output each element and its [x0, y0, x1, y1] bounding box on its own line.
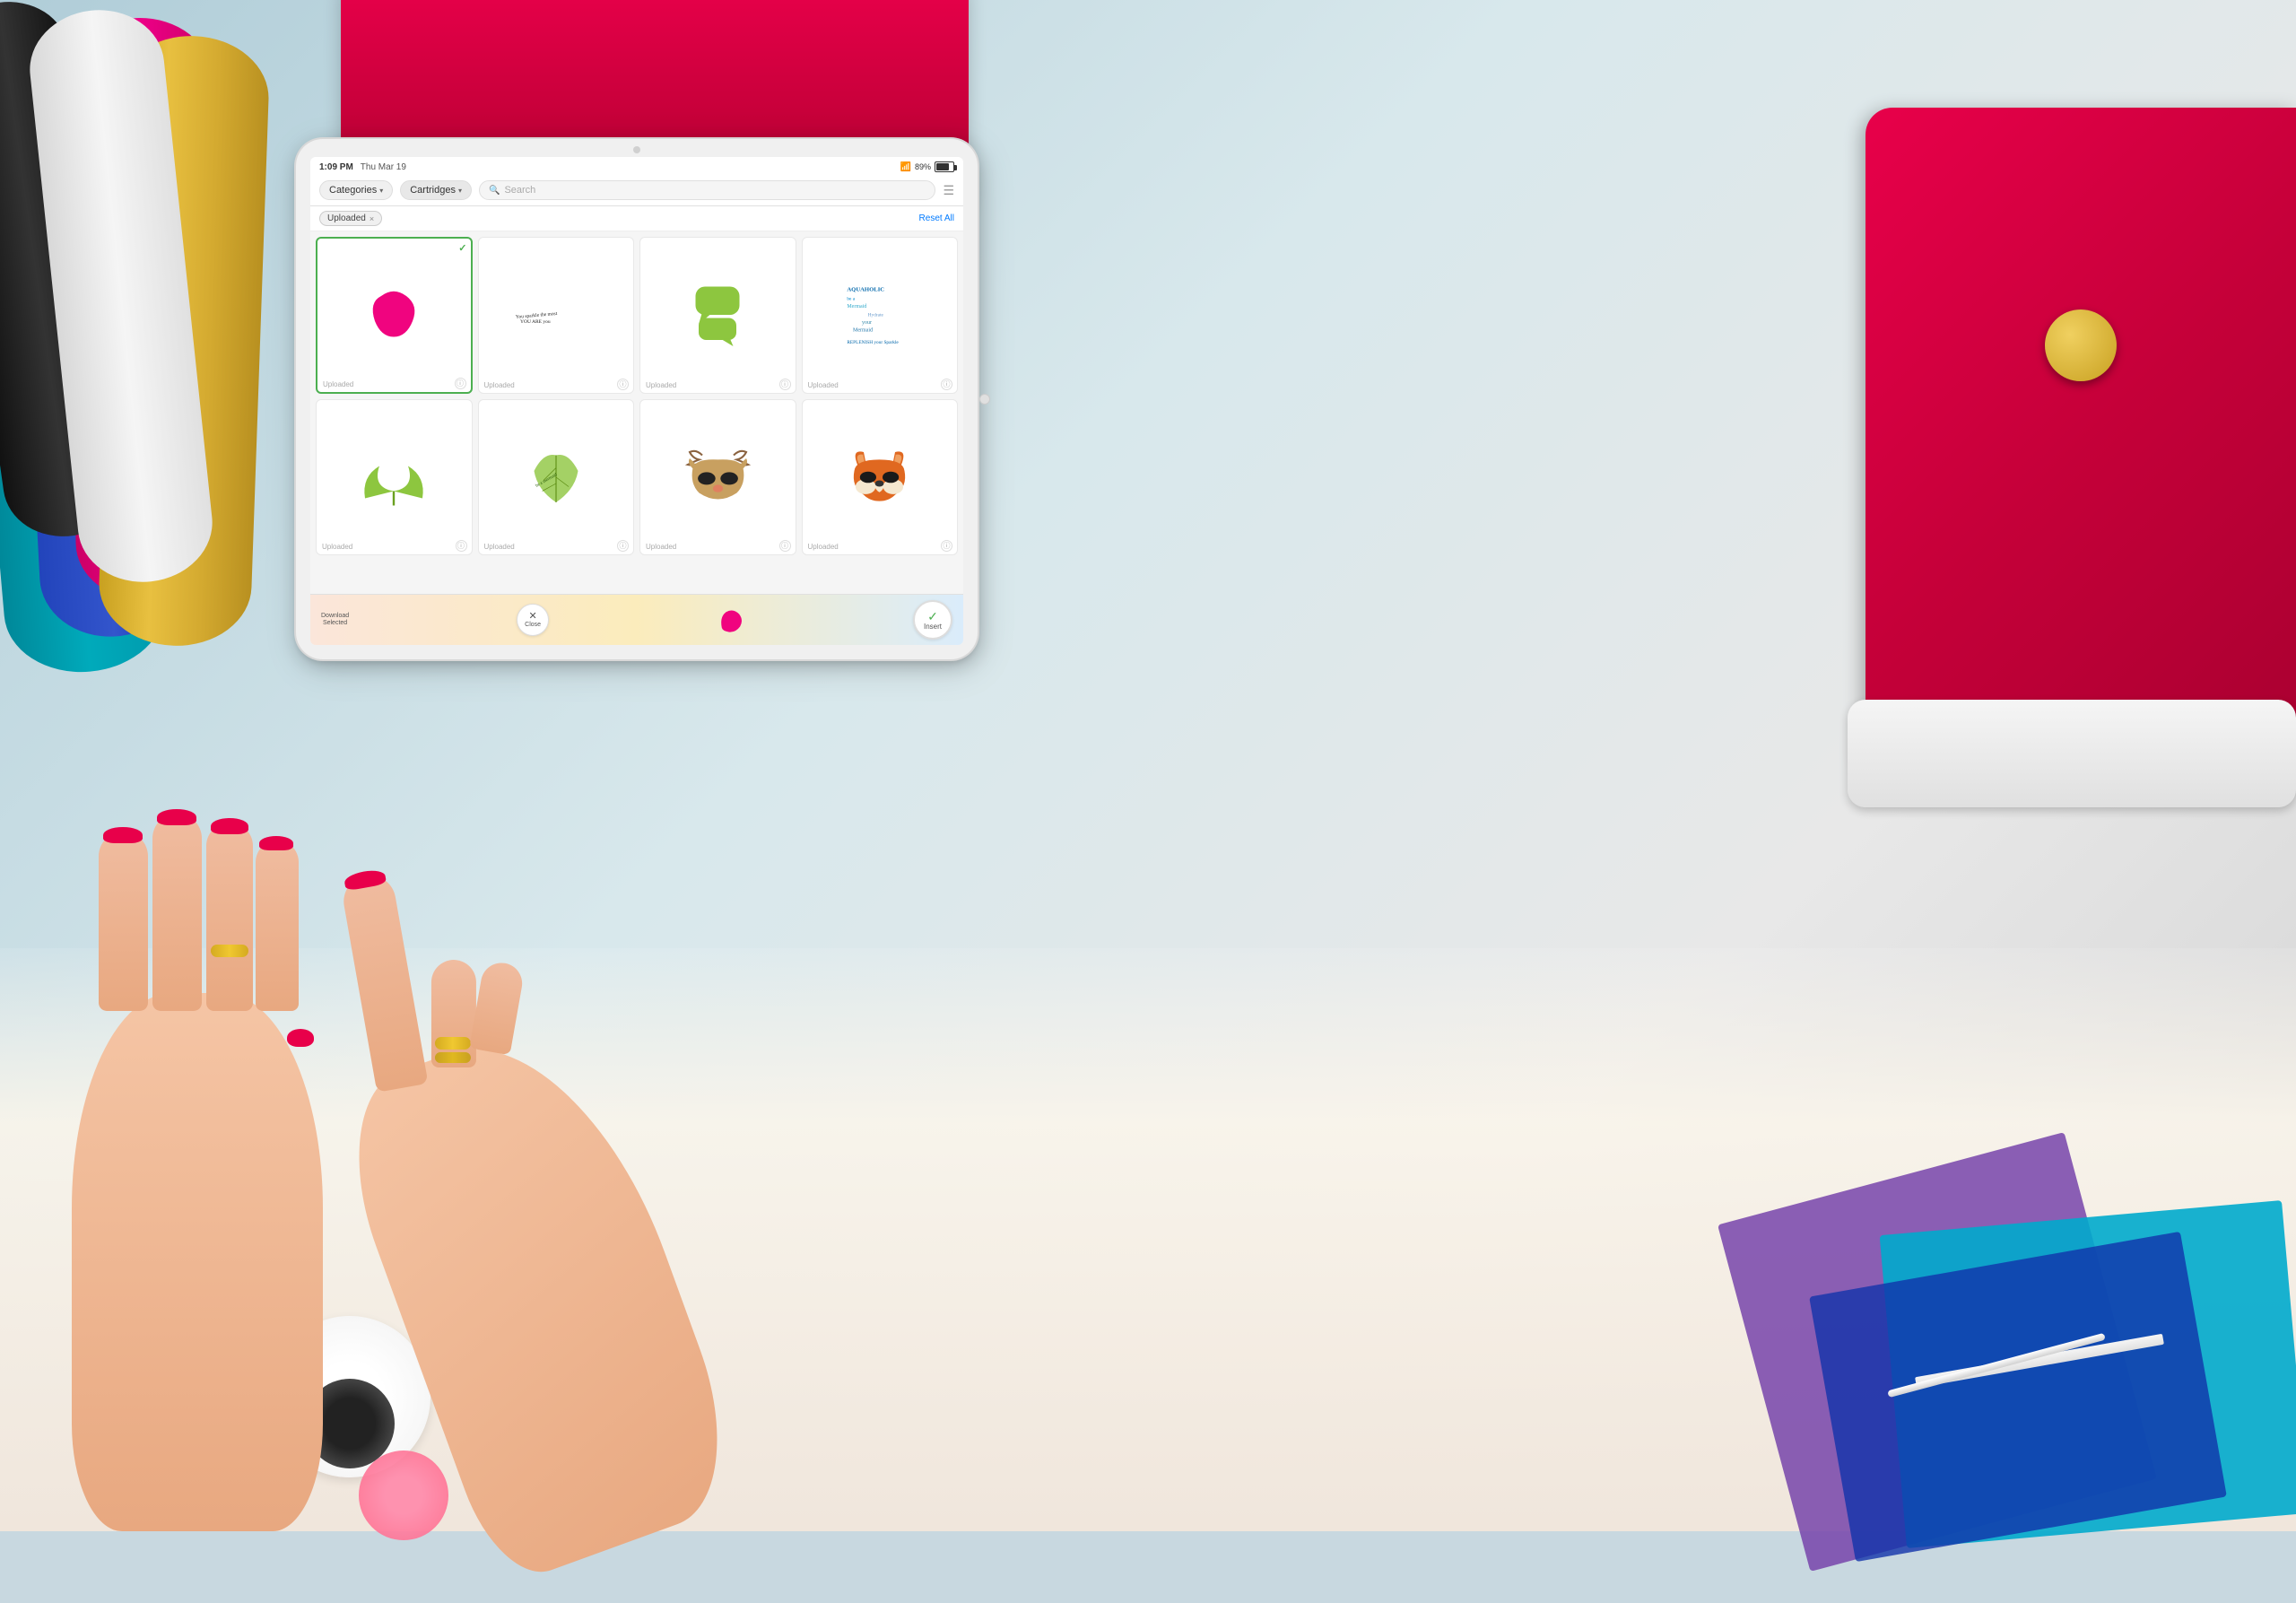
- cartridges-button[interactable]: Cartridges ▾: [400, 180, 472, 200]
- cell-image-5: [344, 427, 444, 527]
- status-time: 1:09 PM: [319, 162, 353, 172]
- status-right: 📶 89%: [900, 161, 954, 172]
- categories-arrow: ▾: [379, 187, 383, 195]
- search-placeholder: Search: [504, 185, 535, 196]
- cell-label-2: Uploaded: [484, 381, 515, 389]
- download-label: Download Selected: [321, 613, 349, 628]
- battery-level: 89%: [915, 162, 931, 171]
- colored-papers: [1399, 1038, 2296, 1531]
- preview-pink-shape: [717, 607, 745, 632]
- svg-text:your: your: [862, 320, 872, 326]
- insert-button[interactable]: ✓ Insert: [913, 600, 952, 640]
- hand-right-decoration: [314, 751, 987, 1603]
- cell-label-8: Uploaded: [808, 543, 839, 551]
- grid-cell-5[interactable]: Uploaded ⓘ: [316, 399, 473, 556]
- ipad: 1:09 PM Thu Mar 19 📶 89% Categories ▾ Ca…: [296, 139, 978, 659]
- cell-label-1: Uploaded: [323, 380, 353, 388]
- ipad-screen: 1:09 PM Thu Mar 19 📶 89% Categories ▾ Ca…: [310, 157, 963, 645]
- selected-checkmark: ✓: [458, 242, 466, 254]
- svg-text:AQUAHOLIC: AQUAHOLIC: [847, 287, 884, 293]
- cell-image-8: [830, 427, 930, 527]
- cell-label-7: Uploaded: [646, 543, 676, 551]
- info-button-8[interactable]: ⓘ: [941, 540, 952, 552]
- svg-text:Mermaid: Mermaid: [847, 304, 866, 309]
- ipad-home-button[interactable]: [979, 394, 990, 405]
- info-button-4[interactable]: ⓘ: [941, 379, 952, 390]
- info-button-2[interactable]: ⓘ: [617, 379, 629, 390]
- svg-text:Hydrate: Hydrate: [867, 313, 883, 318]
- cartridges-arrow: ▾: [458, 187, 462, 195]
- categories-button[interactable]: Categories ▾: [319, 180, 393, 200]
- svg-text:You sparkle the most: You sparkle the most: [516, 311, 558, 320]
- info-button-3[interactable]: ⓘ: [779, 379, 791, 390]
- close-label: Close: [525, 622, 541, 628]
- nav-bar: Categories ▾ Cartridges ▾ 🔍 Search ☰: [310, 175, 963, 206]
- close-button[interactable]: ✕ Close: [517, 604, 549, 636]
- cell-image-1: [344, 266, 444, 365]
- svg-text:Mermaid: Mermaid: [853, 328, 873, 334]
- vinyl-rolls-decoration: [0, 0, 278, 736]
- status-bar: 1:09 PM Thu Mar 19 📶 89%: [310, 157, 963, 175]
- cell-label-6: Uploaded: [484, 543, 515, 551]
- download-section: Download Selected: [321, 613, 349, 628]
- svg-text:REPLENISH your Sparkle: REPLENISH your Sparkle: [847, 340, 899, 345]
- search-box[interactable]: 🔍 Search: [479, 180, 935, 200]
- cell-image-6: be a mermaid: [506, 427, 606, 527]
- filter-icon[interactable]: ☰: [943, 183, 954, 198]
- reset-all-button[interactable]: Reset All: [919, 213, 954, 223]
- cell-image-2: You sparkle the most YOU ARE you: [506, 265, 606, 365]
- info-button-6[interactable]: ⓘ: [617, 540, 629, 552]
- status-date: Thu Mar 19: [361, 162, 406, 172]
- cartridges-label: Cartridges: [410, 185, 456, 196]
- cell-image-7: [667, 427, 768, 527]
- tag-close-icon[interactable]: ×: [370, 214, 374, 223]
- bottom-toolbar: Download Selected ✕ Close ✓ Insert: [310, 594, 963, 645]
- info-button-7[interactable]: ⓘ: [779, 540, 791, 552]
- insert-check-icon: ✓: [927, 610, 938, 623]
- grid-cell-8[interactable]: Uploaded ⓘ: [802, 399, 959, 556]
- grid-cell-6[interactable]: be a mermaid Uploaded ⓘ: [478, 399, 635, 556]
- tag-label: Uploaded: [327, 213, 366, 223]
- info-button-1[interactable]: ⓘ: [455, 378, 466, 389]
- cell-label-3: Uploaded: [646, 381, 676, 389]
- uploaded-tag[interactable]: Uploaded ×: [319, 211, 382, 226]
- grid-cell-2[interactable]: You sparkle the most YOU ARE you Uploade…: [478, 237, 635, 394]
- ipad-camera: [633, 146, 640, 153]
- svg-text:YOU ARE you: YOU ARE you: [520, 319, 551, 325]
- cell-image-3: [667, 265, 768, 365]
- cell-image-4: AQUAHOLIC be a Mermaid Hydrate your Merm…: [830, 265, 930, 365]
- search-icon: 🔍: [489, 186, 500, 196]
- selected-preview: [717, 607, 745, 632]
- grid-cell-3[interactable]: Uploaded ⓘ: [639, 237, 796, 394]
- wifi-icon: 📶: [900, 162, 911, 172]
- cell-label-5: Uploaded: [322, 543, 352, 551]
- image-grid: ✓ Uploaded ⓘ You sparkle the most YOU AR…: [316, 237, 958, 555]
- cell-label-4: Uploaded: [808, 381, 839, 389]
- categories-label: Categories: [329, 185, 377, 196]
- grid-cell-4[interactable]: AQUAHOLIC be a Mermaid Hydrate your Merm…: [802, 237, 959, 394]
- insert-label: Insert: [924, 623, 942, 631]
- svg-text:be a: be a: [847, 297, 855, 302]
- close-x-icon: ✕: [528, 612, 536, 622]
- grid-cell-7[interactable]: Uploaded ⓘ: [639, 399, 796, 556]
- battery-icon: [935, 161, 954, 172]
- filter-tags-bar: Uploaded × Reset All: [310, 206, 963, 231]
- grid-cell-1[interactable]: ✓ Uploaded ⓘ: [316, 237, 473, 394]
- cricut-machine-decoration: [1866, 108, 2296, 780]
- info-button-5[interactable]: ⓘ: [456, 540, 467, 552]
- image-grid-area: ✓ Uploaded ⓘ You sparkle the most YOU AR…: [310, 231, 963, 594]
